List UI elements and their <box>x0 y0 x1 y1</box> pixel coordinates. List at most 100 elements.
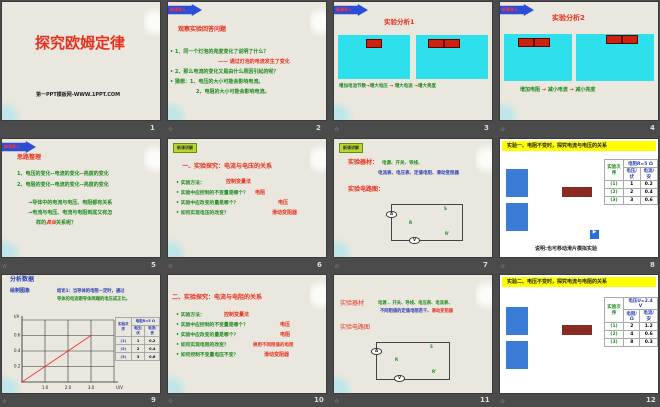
slide-thumbnail-11[interactable]: 实验器材 电源 、开关、导线、电压表、电流表、 不同阻值的定值电阻若干、滑动变阻… <box>334 275 492 393</box>
question: • 如何实现电压的改变？ <box>176 211 229 216</box>
rheostat-image <box>562 325 592 335</box>
star-icon[interactable]: ☆ <box>168 263 173 270</box>
text-line: • 2、那么电流的变化又是由什么原因引起的呢？ <box>170 69 279 75</box>
answer: 滑动变阻器 <box>264 352 290 358</box>
decoration <box>334 237 354 257</box>
resistor-label: R <box>409 220 413 225</box>
slide-number: 12 <box>646 396 656 404</box>
answer: 控制变量法 <box>226 179 252 185</box>
caption: 增加电池节数→增大电压 → 增大电流 →增大亮度 <box>339 84 437 89</box>
slide-heading: 二、实验探究：电流与电阻的关系 <box>172 294 263 301</box>
arrow-icon: 新课导入 <box>2 141 36 153</box>
slide-heading: 分析数据 <box>10 276 35 283</box>
y-tick-label: 0.2 <box>14 364 21 369</box>
slide-thumbnail-7[interactable]: 新课讲解 实验器材： 电源、开关、导线、 电流表、电压表、定值电阻、滑动变阻器 … <box>334 139 492 257</box>
star-icon[interactable]: ☆ <box>500 126 505 133</box>
answer: 换用不同阻值的电阻 <box>253 343 294 348</box>
question: • 实验中应控制的不变量是哪个？ <box>176 191 248 196</box>
star-icon[interactable]: ☆ <box>334 126 339 133</box>
line-chart: 1.0 2.0 3.0 0.2 0.4 0.6 U/V I/A <box>14 314 123 390</box>
star-icon[interactable]: ☆ <box>500 263 505 270</box>
answer: 控制变量法 <box>224 312 250 318</box>
slide-thumbnail-10[interactable]: 二、实验探究：电流与电阻的关系 • 实验方法： • 实验中应控制的不变量是哪个？… <box>168 275 326 393</box>
switch-label: S <box>444 206 447 211</box>
data-line <box>21 335 92 383</box>
slide-thumbnail-12[interactable]: 实验二、电压不变时，探究电流与电阻的关系 实验次序 电压U=2.4 V 电阻/Ω 电… <box>500 275 658 393</box>
y-axis-label: I/A <box>14 314 20 319</box>
materials: 电源 、开关、导线、电压表、电流表、 <box>378 301 453 306</box>
circuit-diagram <box>376 342 450 380</box>
data-table: 实验次序 电阻R=5 Ω 电压/伏 电流/安 (1) 1 0.2 (2) 2 0.4 (3)… <box>115 317 160 361</box>
slide-thumbnail-2[interactable]: 新课导入 观察实验回答问题 • 1、同一个灯泡的亮度变化了说明了什么？ —— 通… <box>168 2 326 120</box>
circuit-photo <box>416 35 488 79</box>
slide-number: 11 <box>480 396 490 404</box>
data-point <box>67 350 69 352</box>
slide-thumbnail-8[interactable]: 实验一、电阻不变时，探究电流与电压的关系 ▶ 实验次序 电阻R=5 Ω 电压/伏电… <box>500 139 658 257</box>
slide-number: 2 <box>316 124 321 132</box>
slide-banner: 实验二、电压不变时，探究电流与电阻的关系 <box>502 277 656 287</box>
slide-number: 4 <box>650 124 655 132</box>
answer: 滑动变阻器 <box>272 210 298 216</box>
text-line: —— 通过灯泡的电流发生了变化 <box>218 59 290 65</box>
decoration <box>144 139 160 179</box>
decoration <box>168 373 188 393</box>
arrow-icon: 新课导入 <box>168 4 202 16</box>
slide-thumbnail-4[interactable]: 新课导入 实验分析2 增加电阻 → 减小电流 → 减小亮度 <box>500 2 658 120</box>
meter-image <box>506 169 528 197</box>
rheostat-label: R' <box>445 231 450 236</box>
circuit-photo <box>504 34 572 81</box>
slide-number: 10 <box>314 396 324 404</box>
data-point <box>90 334 92 337</box>
subheading: 绘制图象 <box>10 288 31 294</box>
arrow-icon: 新课导入 <box>334 4 368 16</box>
play-button[interactable]: ▶ <box>590 229 599 239</box>
decoration <box>500 100 520 120</box>
x-tick-label: 1.0 <box>42 385 49 390</box>
slide-heading: 思路整理 <box>17 154 42 161</box>
decoration <box>476 275 492 315</box>
slide-heading: 实验分析1 <box>384 18 415 26</box>
answer: 电压 <box>278 200 289 206</box>
star-icon[interactable]: ☆ <box>500 398 505 405</box>
question: • 实验中应控制的不变量是哪个？ <box>176 323 248 328</box>
label: 实验电路图 <box>340 324 371 331</box>
x-tick-label: 3.0 <box>88 385 95 390</box>
star-icon[interactable]: ☆ <box>168 126 173 133</box>
star-icon[interactable]: ☆ <box>334 398 339 405</box>
star-icon[interactable]: ☆ <box>334 263 339 270</box>
note: 说明:也可移动滑片模拟实验 <box>535 246 598 252</box>
text-line: →电流与电压、电流与电阻到底又有怎 <box>28 210 113 216</box>
data-table: 实验次序 电阻R=5 Ω 电压/伏 电流/安 (1) 1 0.2 (2) 2 0.4 (3)… <box>604 159 658 205</box>
question: • 如何实现电阻的改变？ <box>176 343 229 348</box>
label: 实验器材： <box>348 159 379 166</box>
star-icon[interactable]: ☆ <box>168 398 173 405</box>
circuit-diagram <box>391 204 463 241</box>
slide-thumbnail-1[interactable]: 探究欧姆定律 第一PPT模板网-WWW.1PPT.COM <box>2 2 160 120</box>
rheostat-image <box>562 187 592 197</box>
circuit-photo <box>576 34 654 81</box>
question: • 实验中应改变的量是哪个？ <box>176 201 239 206</box>
slide-thumbnail-5[interactable]: 新课导入 思路整理 1、电压的变化--电流的变化--亮度的变化 2、电阻的变化-… <box>2 139 160 257</box>
decoration <box>2 100 22 120</box>
slide-thumbnail-3[interactable]: 新课导入 实验分析1 增加电池节数→增大电压 → 增大电流 →增大亮度 <box>334 2 492 120</box>
resistor-label: R <box>395 357 399 362</box>
question: • 实验中应改变的量是哪个？ <box>176 333 239 338</box>
data-point <box>44 365 46 368</box>
slide-footer: 第一PPT模板网-WWW.1PPT.COM <box>36 92 121 98</box>
slide-thumbnail-6[interactable]: 新课讲解 一、实验探究：电流与电压的关系 • 实验方法： • 实验中应控制的不变… <box>168 139 326 257</box>
slide-title: 探究欧姆定律 <box>35 34 126 52</box>
star-icon[interactable]: ☆ <box>2 398 7 405</box>
decoration <box>2 237 22 257</box>
text-line: →导体中的电流与电压、电阻都有关系 <box>28 200 113 206</box>
label: 实验电路图： <box>348 186 385 193</box>
decoration <box>310 139 326 179</box>
slide-thumbnail-9[interactable]: 分析数据 绘制图象 结论1：当导体的电阻一定时，通过 导体的电流跟导体两端的电压… <box>2 275 160 393</box>
x-axis-label: U/V <box>116 385 123 390</box>
text-line: 样的具体关系呢？ <box>36 220 77 226</box>
switch-label: S <box>430 344 433 349</box>
star-icon[interactable]: ☆ <box>2 263 7 270</box>
slide-number: 6 <box>317 261 322 269</box>
slide-number: 8 <box>650 261 655 269</box>
decoration <box>144 2 160 42</box>
arrow-icon: 新课导入 <box>500 4 534 16</box>
